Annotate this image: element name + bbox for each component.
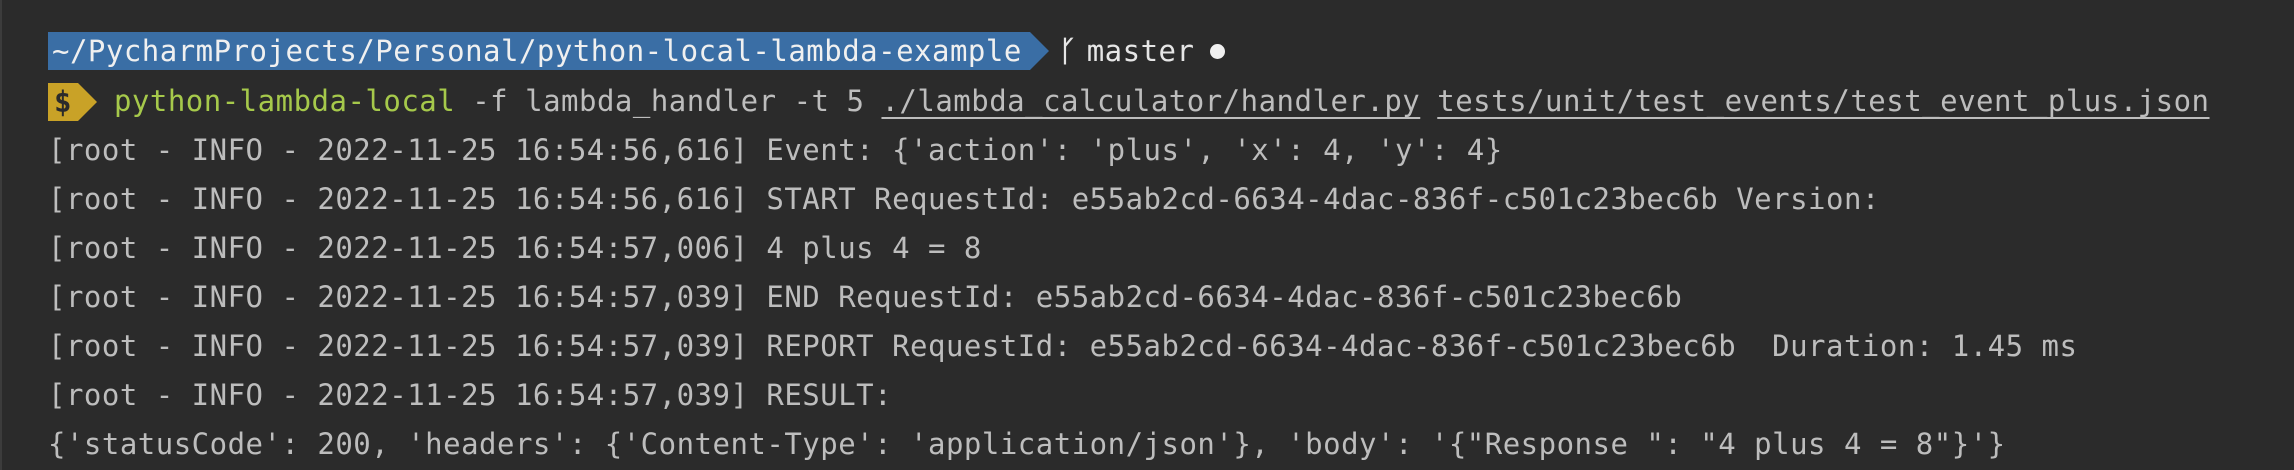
prompt-line: ~/PycharmProjects/Personal/python-local-…	[48, 25, 2294, 77]
prompt-symbol: $	[48, 82, 78, 121]
log-line: [root - INFO - 2022-11-25 16:54:56,616] …	[48, 182, 1880, 216]
log-line: [root - INFO - 2022-11-25 16:54:56,616] …	[48, 133, 1503, 167]
log-line: [root - INFO - 2022-11-25 16:54:57,006] …	[48, 231, 982, 265]
git-branch-icon: ᚴ	[1058, 34, 1077, 68]
window-left-border	[0, 0, 2, 470]
powerline-separator-icon	[1029, 32, 1049, 70]
command-timeout-arg: 5	[846, 84, 865, 118]
command-line: $ python-lambda-local -f lambda_handler …	[48, 77, 2294, 126]
result-line: {'statusCode': 200, 'headers': {'Content…	[48, 427, 2006, 461]
command-flag-f: -f	[472, 84, 509, 118]
command-flag-t: -t	[793, 84, 830, 118]
prompt-path-segment: ~/PycharmProjects/Personal/python-local-…	[48, 32, 1030, 70]
log-line: [root - INFO - 2022-11-25 16:54:57,039] …	[48, 280, 1683, 314]
branch-name: master	[1086, 34, 1195, 68]
powerline-separator-icon	[77, 82, 97, 121]
command-file-arg[interactable]: ./lambda_calculator/handler.py	[881, 77, 1420, 126]
terminal-output-area[interactable]: ~/PycharmProjects/Personal/python-local-…	[48, 25, 2294, 469]
command-event-arg[interactable]: tests/unit/test_events/test_event_plus.j…	[1437, 77, 2209, 126]
dirty-indicator-icon	[1210, 43, 1226, 59]
log-line: [root - INFO - 2022-11-25 16:54:57,039] …	[48, 378, 893, 412]
command-binary: python-lambda-local	[113, 84, 456, 118]
command-function-arg: lambda_handler	[525, 84, 777, 118]
terminal-window: ~/PycharmProjects/Personal/python-local-…	[0, 0, 2294, 470]
log-line: [root - INFO - 2022-11-25 16:54:57,039] …	[48, 329, 2078, 363]
